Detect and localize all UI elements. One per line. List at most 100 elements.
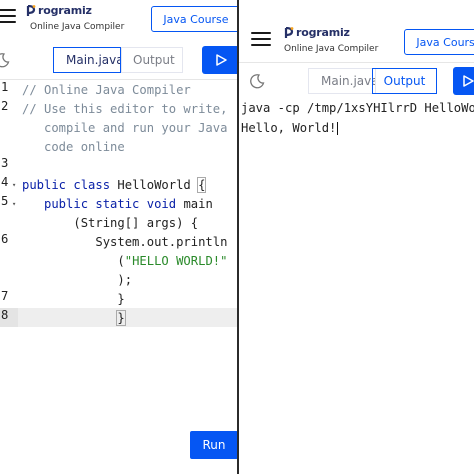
- code-line[interactable]: ("HELLO WORLD!": [0, 251, 237, 270]
- code-token: );: [22, 272, 133, 287]
- programiz-logo[interactable]: rogramiz: [284, 26, 350, 39]
- code-line[interactable]: 2 // Use this editor to write,: [0, 99, 237, 118]
- line-number: 3: [1, 156, 9, 170]
- line-gutter: 5 ▾: [0, 194, 18, 213]
- fold-arrow-icon[interactable]: ▾: [12, 181, 16, 189]
- output-text: java -cp /tmp/1xsYHIlrrD HelloWorld: [241, 101, 474, 115]
- code-text: (String[] args) {: [22, 216, 198, 230]
- compiler-subtitle: Online Java Compiler: [30, 22, 125, 32]
- right-header: rogramiz Online Java Compiler Java Cours…: [239, 0, 474, 55]
- code-line[interactable]: );: [0, 270, 237, 289]
- code-token: // Online Java Compiler: [22, 82, 191, 97]
- code-token: {: [197, 176, 207, 193]
- code-token: code online: [22, 139, 125, 154]
- line-gutter: 3: [0, 156, 18, 175]
- code-token: "HELLO WORLD!": [124, 253, 228, 268]
- line-gutter: [0, 118, 18, 137]
- left-editor-panel: rogramiz Online Java Compiler Java Cours…: [0, 0, 237, 474]
- code-token: HelloWorld: [117, 177, 199, 192]
- line-gutter: 4 ▾: [0, 175, 18, 194]
- line-number: 8: [1, 308, 9, 322]
- code-line[interactable]: 7 }: [0, 289, 237, 308]
- code-token: }: [22, 309, 126, 326]
- left-header: rogramiz Online Java Compiler Java Cours…: [0, 0, 237, 40]
- java-course-button[interactable]: Java Course: [404, 29, 474, 55]
- code-line[interactable]: 1 // Online Java Compiler: [0, 80, 237, 99]
- line-number: 5: [1, 194, 9, 208]
- code-line[interactable]: (String[] args) {: [0, 213, 237, 232]
- code-text: }: [22, 309, 126, 326]
- programiz-logo-icon: [284, 26, 294, 38]
- code-text: ("HELLO WORLD!": [22, 254, 227, 268]
- code-token: main: [183, 196, 213, 211]
- compiler-subtitle: Online Java Compiler: [284, 44, 379, 54]
- right-output-panel: rogramiz Online Java Compiler Java Cours…: [239, 0, 474, 474]
- dark-mode-moon-icon[interactable]: [0, 52, 10, 68]
- line-gutter: [0, 213, 18, 232]
- menu-icon[interactable]: [0, 9, 16, 24]
- code-line[interactable]: 4 ▾ public class HelloWorld {: [0, 175, 237, 194]
- line-number: 6: [1, 232, 9, 246]
- run-play-button[interactable]: [453, 67, 474, 95]
- output-console[interactable]: java -cp /tmp/1xsYHIlrrD HelloWorld Hello…: [241, 98, 474, 138]
- code-text: public class HelloWorld {: [22, 176, 207, 193]
- code-text: // Online Java Compiler: [22, 83, 191, 97]
- run-button[interactable]: Run: [190, 431, 237, 459]
- line-gutter: 8: [0, 308, 18, 327]
- tab-output[interactable]: Output: [121, 47, 183, 73]
- line-gutter: [0, 251, 18, 270]
- fold-arrow-icon[interactable]: ▾: [12, 200, 16, 208]
- code-text: );: [22, 273, 132, 287]
- tab-main-java[interactable]: Main.java: [308, 68, 376, 94]
- line-gutter: 7: [0, 289, 18, 308]
- code-text: System.out.println: [22, 235, 227, 249]
- code-editor[interactable]: 1 // Online Java Compiler 2 // Use this edi…: [0, 80, 237, 340]
- line-gutter: [0, 137, 18, 156]
- tab-main-java[interactable]: Main.java: [53, 47, 121, 73]
- code-token: (String[] args) {: [22, 215, 199, 230]
- code-text: compile and run your Java: [22, 121, 227, 135]
- brand-name: rogramiz: [296, 26, 350, 39]
- java-course-button[interactable]: Java Course: [151, 6, 237, 32]
- output-line: java -cp /tmp/1xsYHIlrrD HelloWorld: [241, 98, 474, 118]
- code-line[interactable]: 5 ▾ public static void main: [0, 194, 237, 213]
- line-number: 1: [1, 80, 9, 94]
- text-cursor: [124, 311, 126, 325]
- code-token: // Use this editor to write,: [22, 101, 228, 116]
- line-number: 2: [1, 99, 9, 113]
- left-toolbar: Main.java Output: [0, 44, 237, 78]
- code-line[interactable]: 3: [0, 156, 237, 175]
- programiz-logo-icon: [26, 4, 36, 16]
- code-text: }: [22, 291, 125, 306]
- code-line[interactable]: compile and run your Java: [0, 118, 237, 137]
- code-token: public class: [22, 177, 118, 192]
- line-number: 7: [1, 289, 9, 303]
- line-gutter: [0, 270, 18, 289]
- code-text: // Use this editor to write,: [22, 102, 227, 116]
- code-line[interactable]: code online: [0, 137, 237, 156]
- tab-output[interactable]: Output: [372, 68, 437, 94]
- menu-icon[interactable]: [251, 32, 271, 47]
- line-gutter: 6: [0, 232, 18, 251]
- code-token: public static void: [22, 196, 184, 211]
- code-text: code online: [22, 140, 125, 154]
- play-icon: [462, 75, 474, 87]
- output-text: Hello, World!: [241, 121, 337, 135]
- line-gutter: 2: [0, 99, 18, 118]
- code-line[interactable]: 6 System.out.println: [0, 232, 237, 251]
- output-cursor: [337, 121, 339, 135]
- code-token: System.out.println: [22, 234, 228, 249]
- play-icon: [215, 54, 227, 66]
- code-token: }: [22, 291, 125, 306]
- code-token: (: [22, 253, 125, 268]
- right-toolbar: Main.java Output: [239, 63, 474, 97]
- brand-name: rogramiz: [38, 4, 92, 17]
- matching-bracket: {: [197, 176, 207, 193]
- code-line[interactable]: 8 }: [0, 308, 237, 327]
- output-line: Hello, World!: [241, 118, 474, 138]
- run-play-button[interactable]: [202, 46, 237, 74]
- line-number: 4: [1, 175, 9, 189]
- dark-mode-moon-icon[interactable]: [249, 73, 265, 89]
- matching-bracket: }: [116, 309, 126, 326]
- programiz-logo[interactable]: rogramiz: [26, 4, 92, 17]
